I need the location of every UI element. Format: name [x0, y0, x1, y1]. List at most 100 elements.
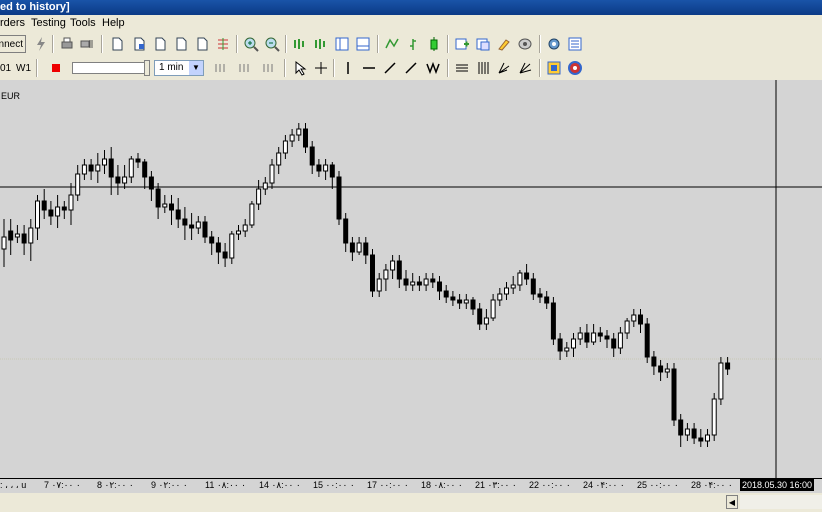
menu-bar: rders Testing Tools Help [0, 15, 822, 32]
candle-body [530, 278, 536, 295]
menu-tools[interactable]: Tools [70, 17, 96, 29]
connect-button[interactable]: nnect [0, 35, 26, 53]
chart-shift-icon[interactable] [333, 35, 351, 53]
candle-body [122, 176, 128, 184]
current-time-label: 2018.05.30 16:00 [740, 479, 815, 491]
candle-body [249, 203, 255, 226]
indicators-icon[interactable] [453, 35, 471, 53]
candle-body [88, 164, 94, 172]
candle-body [443, 290, 449, 298]
candle-body [544, 296, 550, 304]
options-gear-icon[interactable] [545, 35, 563, 53]
menu-testing[interactable]: Testing [31, 17, 66, 29]
lightning-icon[interactable] [32, 35, 50, 53]
fan-icon[interactable] [516, 59, 534, 77]
menu-orders[interactable]: rders [0, 17, 25, 29]
candle-body [396, 260, 402, 280]
candle-body [189, 224, 195, 229]
print-preview-icon[interactable] [78, 35, 96, 53]
trendline-icon[interactable] [381, 59, 399, 77]
speed-slider[interactable] [72, 62, 148, 74]
candle-body [671, 368, 677, 421]
candle-body [135, 158, 141, 163]
candle-body [651, 356, 657, 367]
candle-body [215, 242, 221, 253]
channel-icon[interactable] [453, 59, 471, 77]
candle-body [698, 437, 704, 442]
cursor-icon[interactable] [291, 59, 309, 77]
candle-body [28, 227, 34, 244]
zoom-out-icon[interactable] [263, 35, 281, 53]
candle-body [390, 260, 396, 271]
scroll-left-icon[interactable]: ◀ [726, 495, 738, 509]
templates-icon[interactable] [495, 35, 513, 53]
market-watch-icon[interactable] [151, 35, 169, 53]
grid-icon[interactable] [354, 35, 372, 53]
candle-body [403, 278, 409, 286]
colors-icon[interactable] [566, 59, 584, 77]
candle-body [383, 269, 389, 280]
step-forward-icon[interactable] [258, 59, 280, 77]
candle-body [128, 158, 134, 178]
candle-body [142, 161, 148, 178]
data-window-icon[interactable] [172, 35, 190, 53]
candle-body [591, 332, 597, 343]
step-icon[interactable] [234, 59, 256, 77]
new-chart-icon[interactable] [108, 35, 126, 53]
snapshot-icon[interactable] [516, 35, 534, 53]
autoscroll-icon[interactable] [312, 35, 330, 53]
candle-body [638, 314, 643, 325]
zoom-in-icon[interactable] [242, 35, 260, 53]
candle-body [597, 332, 603, 337]
fibonacci-icon[interactable] [474, 59, 492, 77]
window-title: ed to history] [0, 1, 70, 13]
tile-windows-icon[interactable] [291, 35, 309, 53]
candle-body [81, 164, 87, 175]
time-label: 21 ۰۳:۰۰ ۰ [475, 480, 517, 490]
candlestick-icon[interactable] [425, 35, 443, 53]
terminal-icon[interactable] [214, 35, 232, 53]
profiles-icon[interactable] [130, 35, 148, 53]
step-back-icon[interactable] [210, 59, 232, 77]
horizontal-line-icon[interactable] [360, 59, 378, 77]
time-label: 17 ۰۰:۰۰ ۰ [367, 480, 409, 490]
navigator-icon[interactable] [193, 35, 211, 53]
horizontal-scrollbar[interactable]: ◀ [0, 493, 822, 512]
scroll-track[interactable] [740, 495, 822, 509]
time-axis: ‎:‎‎‎ ، ، ، ‎u 7 ۰۷:۰۰ ۰ 8 ۰۲:۰۰ ۰ 9 ۰۲:… [0, 478, 822, 493]
print-icon[interactable] [58, 35, 76, 53]
vertical-line-icon[interactable] [339, 59, 357, 77]
timeframe-toolbar: 01 W1 1 min ▼ [0, 56, 822, 81]
elliott-wave-icon[interactable] [423, 59, 445, 77]
crosshair-icon[interactable] [312, 59, 330, 77]
candle-body [483, 317, 489, 325]
candle-body [242, 224, 248, 232]
trendline-angle-icon[interactable] [402, 59, 420, 77]
timeframe-mn1[interactable]: 01 [0, 63, 11, 74]
price-chart[interactable]: EUR [0, 80, 822, 478]
candle-body [457, 299, 463, 304]
timeframe-select[interactable]: 1 min ▼ [154, 60, 204, 76]
candle-body [55, 206, 61, 217]
gann-icon[interactable] [495, 59, 513, 77]
periods-icon[interactable] [474, 35, 492, 53]
candlestick-chart[interactable] [0, 80, 822, 478]
candle-body [336, 176, 342, 220]
time-label: 28 ۰۴:۰۰ ۰ [691, 480, 733, 490]
candle-body [276, 152, 282, 166]
stop-icon[interactable] [47, 59, 65, 77]
line-chart-icon[interactable] [383, 35, 401, 53]
candle-body [329, 164, 335, 178]
candle-body [678, 419, 684, 436]
bar-chart-icon[interactable] [404, 35, 422, 53]
menu-help[interactable]: Help [102, 17, 125, 29]
timeframe-w1[interactable]: W1 [16, 63, 31, 74]
candle-body [303, 128, 308, 148]
speed-slider-thumb[interactable] [144, 60, 150, 76]
chevron-down-icon[interactable]: ▼ [189, 61, 203, 75]
candle-body [644, 323, 650, 358]
objects-icon[interactable] [545, 59, 563, 77]
candle-body [108, 158, 114, 178]
properties-icon[interactable] [566, 35, 584, 53]
candle-body [705, 434, 710, 442]
